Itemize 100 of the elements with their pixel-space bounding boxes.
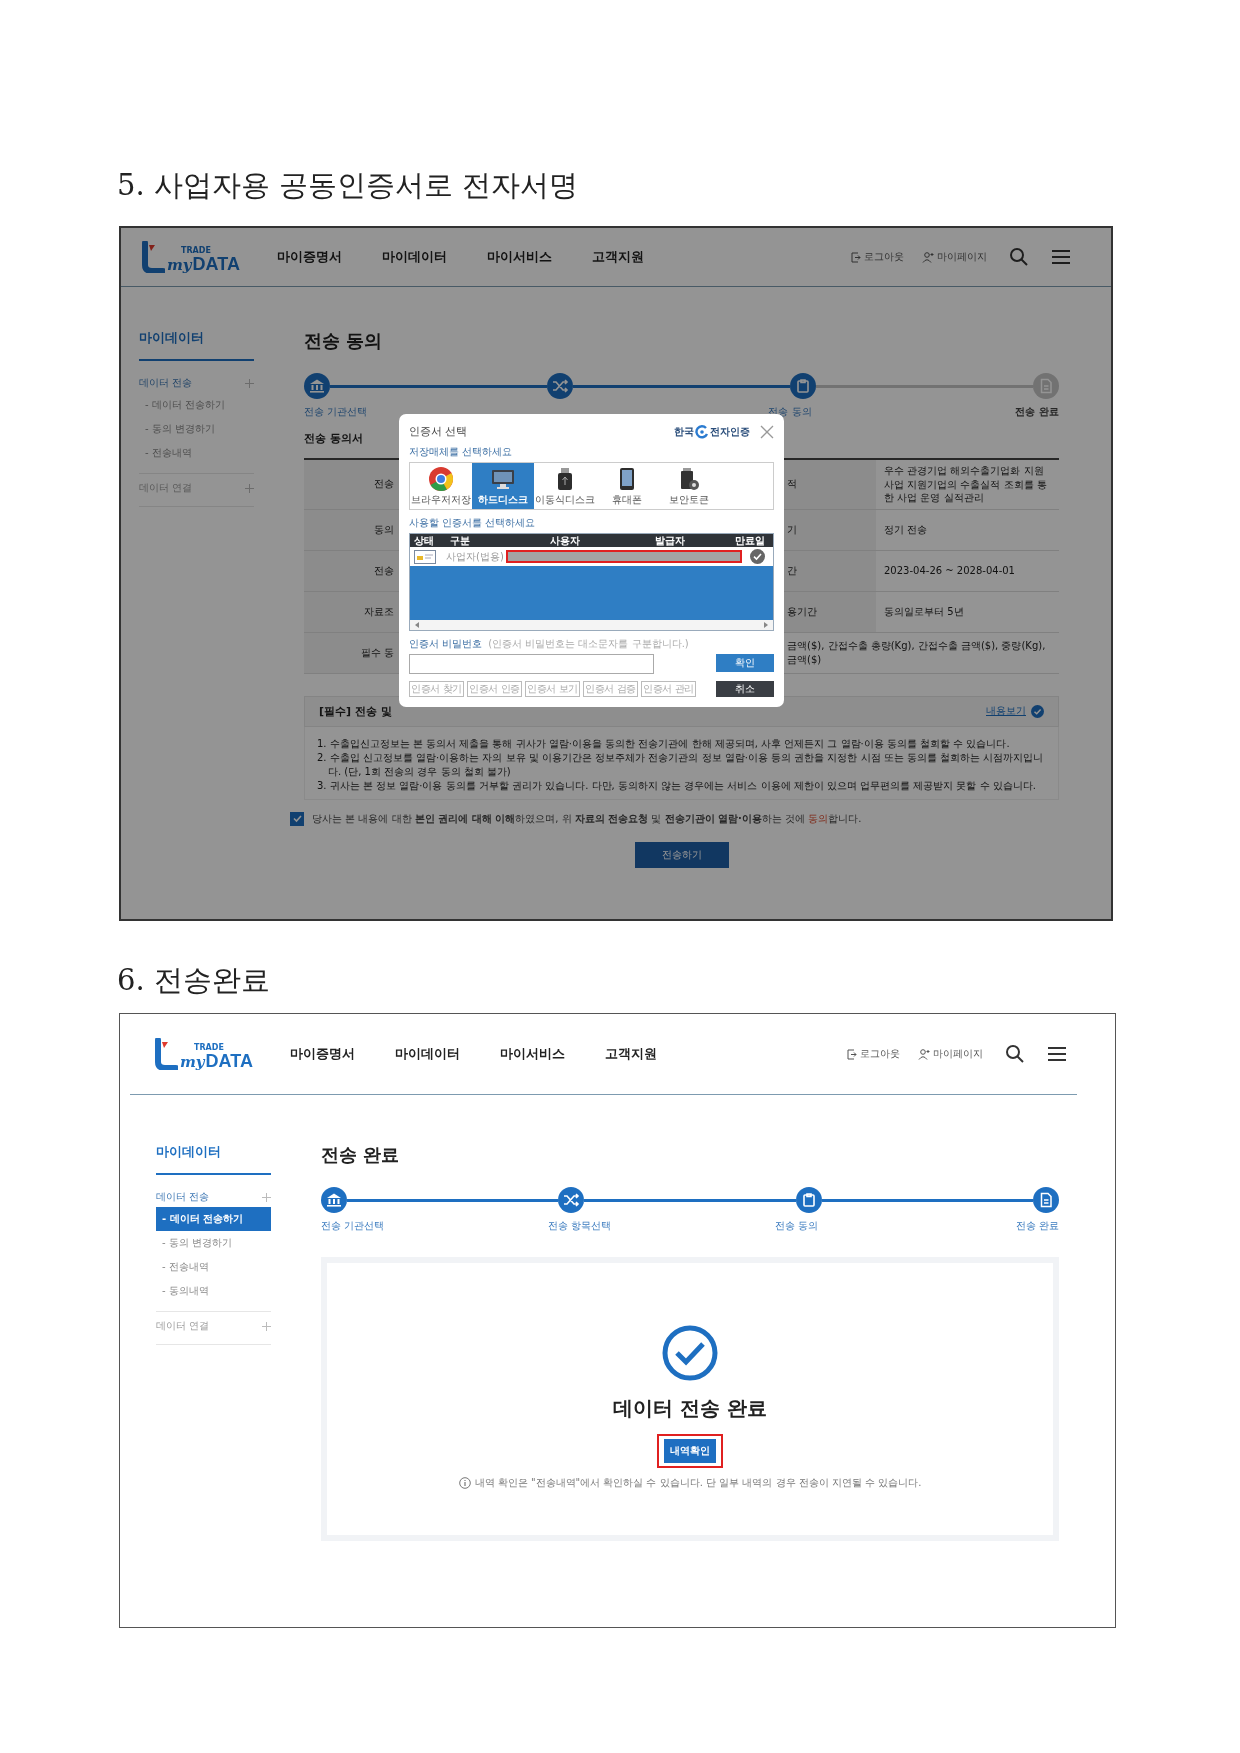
nav-item[interactable]: 마이증명서 <box>290 1045 355 1063</box>
prompt-text: 사용할 인증서를 선택하세요 <box>409 516 537 530</box>
sidebar-item[interactable]: - 동의 변경하기 <box>156 1231 271 1255</box>
tool-button[interactable]: 인증서 관리 <box>641 681 696 697</box>
column-header: 상태 <box>413 533 435 548</box>
certificate-type: 사업자(법용) <box>446 549 504 564</box>
menu-icon[interactable] <box>1047 1046 1067 1062</box>
prompt-text: 저장매체를 선택하세요 <box>409 445 514 459</box>
plus-icon[interactable] <box>245 483 254 493</box>
scroll-left-icon[interactable] <box>414 622 420 628</box>
page-title: 전송 동의 <box>304 329 384 353</box>
logo-text: TRADE myDATA <box>180 1044 253 1070</box>
row-label: 전송 <box>374 563 394 578</box>
view-link[interactable]: 내용보기 <box>986 704 1026 718</box>
close-icon[interactable] <box>760 424 774 439</box>
table-cell: 정기 전송 <box>884 522 928 537</box>
field-label: 인증서 비밀번호 <box>409 637 483 651</box>
logo-text: TRADE myDATA <box>167 247 240 273</box>
check-circle-icon <box>662 1325 718 1381</box>
info-icon <box>458 1477 471 1489</box>
nav-item[interactable]: 고객지원 <box>592 248 644 266</box>
sidebar-group[interactable]: 데이터 연결 <box>156 1319 210 1333</box>
certificate-icon <box>414 549 436 564</box>
row-label: 필수 동 <box>360 645 394 660</box>
search-icon[interactable] <box>1005 1044 1025 1064</box>
logout-icon <box>851 251 861 263</box>
menu-icon[interactable] <box>1051 249 1071 265</box>
nav-item[interactable]: 마이데이터 <box>382 248 447 266</box>
column-header: 사용자 <box>549 533 581 548</box>
sidebar-item[interactable]: - 전송내역 <box>156 1255 271 1279</box>
logo-mark-icon <box>139 241 165 273</box>
tool-button[interactable]: 인증서 보기 <box>525 681 580 697</box>
note-text: 내역 확인은 "전송내역"에서 확인하실 수 있습니다. 단 일부 내역의 경우 전송이 지연될 수 있습니다. <box>474 1476 922 1490</box>
tool-button[interactable]: 인증서 찾기 <box>409 681 464 697</box>
terms-item: 1. 수출입신고정보는 본 동의서 제출을 통해 귀사가 열람·이용을 동의한 전송기관에 한해 제공되며, 사후 언제든지 그 열람·이용 동의를 철회할 수 있습니다. <box>317 736 1011 751</box>
section-title: 전송 동의서 <box>304 431 363 446</box>
plus-icon[interactable] <box>245 378 254 388</box>
nav-item[interactable]: 마이데이터 <box>395 1045 460 1063</box>
terms-title: [필수] 전송 및 <box>319 703 392 719</box>
plus-icon[interactable] <box>262 1192 271 1202</box>
step-label: 전송 동의 <box>775 1219 820 1233</box>
step-label: 전송 완료 <box>1014 405 1059 419</box>
sidebar-group[interactable]: 데이터 전송 <box>156 1190 210 1204</box>
terms-item: 2. 수출입 신고정보를 열람·이용하는 자의 보유 및 이용기간은 정보주체가 전송기관의 정보 열람·이용 등의 권한을 지정한 시점 또는 동의를 철회하는 시점까지입니다. (단, 1회 전송의 경우 동의 철회 불가) <box>317 750 1045 779</box>
logout-icon <box>847 1048 857 1060</box>
column-header: 구분 <box>450 533 471 548</box>
step-label: 전송 기관선택 <box>304 405 368 419</box>
sidebar-item[interactable]: - 동의내역 <box>156 1279 271 1303</box>
table-cell: 동의일로부터 5년 <box>884 604 964 619</box>
step-label: 전송 항목선택 <box>548 1219 612 1233</box>
search-icon[interactable] <box>1009 247 1029 267</box>
nav-item[interactable]: 마이서비스 <box>500 1045 565 1063</box>
row-label: 전송 <box>374 477 394 492</box>
sidebar-title: 마이데이터 <box>139 329 254 361</box>
consent-text: 당사는 본 내용에 대한 본인 권리에 대해 이해하였으며, 위 자료의 전송요청 및 전송기관이 열람·이용하는 것에 동의합니다. <box>312 811 862 826</box>
sidebar-group[interactable]: 데이터 전송 <box>139 376 193 390</box>
cancel-button[interactable]: 취소 <box>716 681 774 697</box>
row-label: 기 <box>787 522 797 537</box>
nav-item[interactable]: 마이증명서 <box>277 248 342 266</box>
tool-button[interactable]: 인증서 검증 <box>583 681 638 697</box>
logo-mark-icon <box>152 1038 178 1070</box>
scroll-right-icon[interactable] <box>763 622 769 628</box>
hint-text: (인증서 비밀번호는 대소문자를 구분합니다.) <box>488 637 689 651</box>
row-label: 적 <box>787 477 797 492</box>
check-circle-icon <box>750 549 765 564</box>
user-link[interactable]: 로그아웃 <box>847 1047 900 1061</box>
password-field[interactable] <box>409 654 654 674</box>
sidebar-item[interactable]: - 데이터 전송하기 <box>139 393 254 417</box>
plus-icon[interactable] <box>262 1321 271 1331</box>
person-icon <box>922 251 934 263</box>
user-link[interactable]: 마이페이지 <box>922 250 987 264</box>
table-cell-text: 금액($), 간접수출 총량(Kg), 간접수출 금액($), 중량(Kg), 금액($) <box>787 639 1047 666</box>
nav-item[interactable]: 마이서비스 <box>487 248 552 266</box>
sidebar-title: 마이데이터 <box>156 1143 271 1175</box>
column-header: 만료일 <box>734 533 766 548</box>
row-label: 용기간 <box>787 604 817 619</box>
dialog-title: 인증서 선택 <box>409 424 468 439</box>
result-title: 데이터 전송 완료 <box>613 1395 767 1422</box>
history-button[interactable]: 내역확인 <box>664 1439 716 1463</box>
tool-button[interactable]: 인증서 인증 <box>467 681 522 697</box>
row-label: 자료조 <box>364 604 394 619</box>
terms-item: 3. 귀사는 본 정보 열람·이용 동의를 거부할 권리가 있습니다. 다만, 동의하지 않는 경우에는 서비스 이용에 제한이 있으며 업무편의를 제공받지 못할 수 있습니다. <box>317 778 1037 793</box>
column-header: 발급자 <box>654 533 686 548</box>
user-link[interactable]: 로그아웃 <box>851 250 904 264</box>
sidebar-item[interactable]: - 전송내역 <box>139 441 254 465</box>
brand-text: 전자인증 <box>710 424 750 439</box>
submit-button[interactable]: 전송하기 <box>634 841 729 868</box>
checkbox[interactable] <box>290 811 304 826</box>
section-heading: 6. 전송완료 <box>117 962 271 999</box>
confirm-button[interactable]: 확인 <box>716 654 774 672</box>
user-link[interactable]: 마이페이지 <box>918 1047 983 1061</box>
brand-text: 한국 <box>674 424 694 439</box>
person-icon <box>918 1048 930 1060</box>
sidebar-item[interactable]: - 데이터 전송하기 <box>156 1207 271 1231</box>
step-label: 전송 기관선택 <box>321 1219 385 1233</box>
table-cell-text: 우수 관경기업 해외수출기업화 지원 사업 지원기업의 수출실적 조회를 통한 사업 운영 실적관리 <box>884 464 1048 505</box>
media-option[interactable]: 하드디스크 <box>472 463 534 509</box>
nav-item[interactable]: 고객지원 <box>605 1045 657 1063</box>
row-label: 간 <box>787 563 797 578</box>
row-label: 동의 <box>374 522 394 537</box>
